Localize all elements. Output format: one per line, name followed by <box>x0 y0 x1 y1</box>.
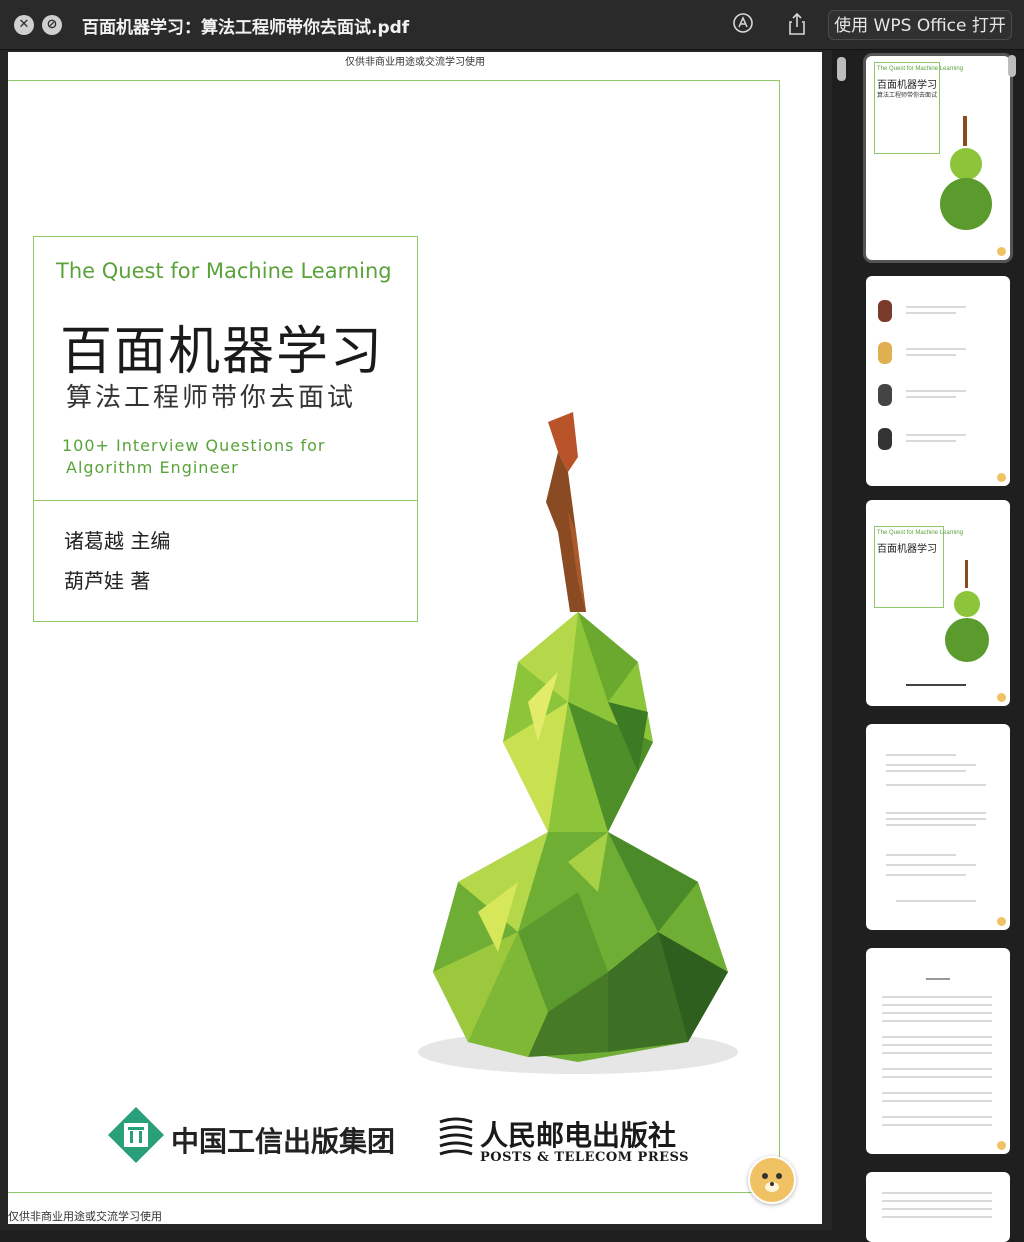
thumb3-en-title: The Quest for Machine Learning <box>877 530 964 536</box>
english-title: The Quest for Machine Learning <box>56 259 392 283</box>
thumb-cn-title: 百面机器学习 <box>877 80 937 91</box>
document-title: 百面机器学习：算法工程师带你去面试.pdf <box>82 18 410 38</box>
thumb-cn-subtitle: 算法工程师带你去面试 <box>877 92 938 99</box>
author-writer: 葫芦娃 著 <box>64 569 151 593</box>
assistant-mascot-icon[interactable] <box>748 1156 796 1204</box>
title-divider <box>34 500 417 501</box>
publisher2-logo <box>439 1117 473 1156</box>
thumbnail-page-1[interactable]: The Quest for Machine Learning 百面机器学习 算法… <box>866 56 1010 260</box>
english-subtitle-line2: Algorithm Engineer <box>66 458 239 477</box>
thumb-en-title: The Quest for Machine Learning <box>877 66 964 72</box>
thumbnail-page-2[interactable] <box>866 276 1010 486</box>
minimize-icon[interactable]: ⊘ <box>42 15 62 35</box>
thumbnail-scroll-thumb[interactable] <box>1008 55 1016 77</box>
author-editor: 诸葛越 主编 <box>64 529 171 553</box>
share-icon[interactable] <box>784 12 810 38</box>
watermark-bottom: 仅供非商业用途或交流学习使用 <box>8 1210 162 1223</box>
thumbnail-page-6[interactable] <box>866 1172 1010 1242</box>
chinese-title: 百面机器学习 <box>60 322 385 382</box>
page-scroll-thumb[interactable] <box>837 57 846 81</box>
english-subtitle-line1: 100+ Interview Questions for <box>62 436 326 455</box>
close-icon[interactable]: ✕ <box>14 15 34 35</box>
thumbnail-sidebar: The Quest for Machine Learning 百面机器学习 算法… <box>852 50 1024 1242</box>
watermark-top: 仅供非商业用途或交流学习使用 <box>345 57 485 68</box>
thumbnail-page-3[interactable]: The Quest for Machine Learning 百面机器学习 <box>866 500 1010 706</box>
thumbnail-page-5[interactable] <box>866 948 1010 1154</box>
publisher1-logo <box>108 1107 164 1163</box>
pdf-page-cover: 仅供非商业用途或交流学习使用 The Quest for Machine Lea… <box>8 52 822 1224</box>
publisher2-english-name: POSTS & TELECOM PRESS <box>480 1150 690 1165</box>
publisher2-name: 人民邮电出版社 <box>480 1119 677 1152</box>
title-bar: ✕ ⊘ 百面机器学习：算法工程师带你去面试.pdf 使用 WPS Office … <box>0 0 1024 50</box>
page-scrollbar[interactable] <box>836 55 848 1225</box>
markup-icon[interactable] <box>730 12 756 38</box>
title-box: The Quest for Machine Learning 百面机器学习 算法… <box>33 236 418 622</box>
thumbnail-page-4[interactable] <box>866 724 1010 930</box>
thumb3-cn-title: 百面机器学习 <box>877 544 937 555</box>
chinese-subtitle: 算法工程师带你去面试 <box>66 383 357 413</box>
document-viewer[interactable]: 仅供非商业用途或交流学习使用 The Quest for Machine Lea… <box>0 50 832 1230</box>
publisher1-name: 中国工信出版集团 <box>171 1125 396 1158</box>
cover-frame-bottom <box>8 1192 779 1193</box>
gourd-illustration <box>418 412 738 1074</box>
open-with-wps-button[interactable]: 使用 WPS Office 打开 <box>828 10 1012 40</box>
